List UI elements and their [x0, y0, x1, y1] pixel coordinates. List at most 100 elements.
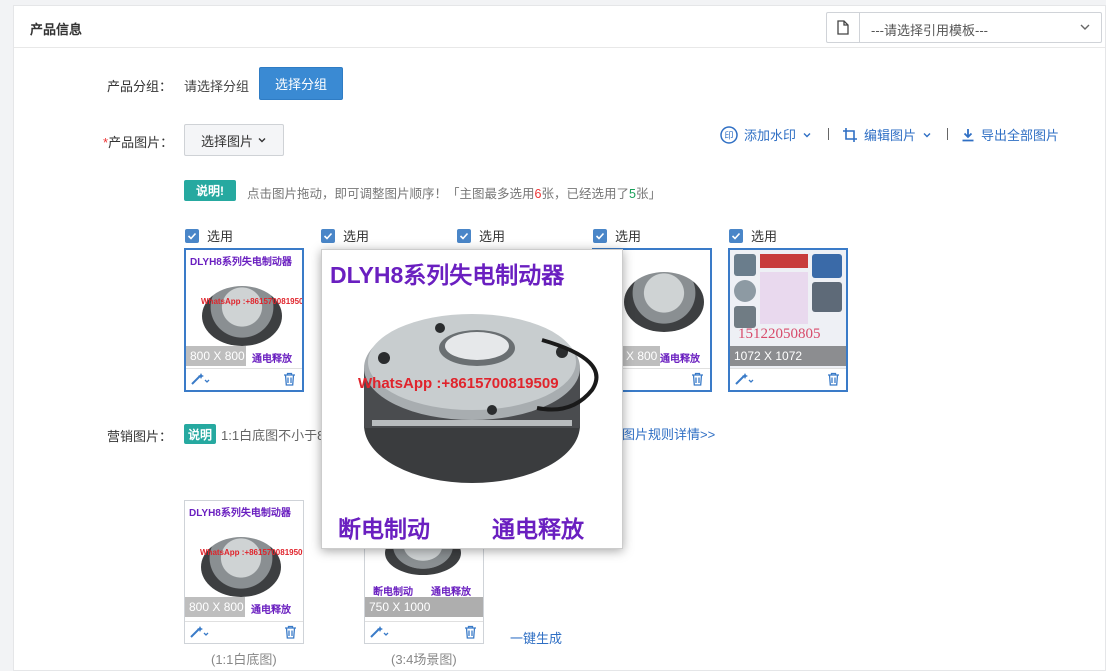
image-dimension: 1072 X 1072 [730, 346, 846, 366]
crop-icon [843, 127, 857, 142]
image-bottom-text: 通电释放 [660, 354, 700, 365]
edit-image-button[interactable]: 编辑图片 [842, 125, 932, 144]
brake-disc [202, 286, 282, 346]
collage-photo [734, 254, 756, 276]
product-image-1[interactable]: DLYH8系列失电制动器 WhatsApp :+8615700819509 通电… [184, 248, 304, 392]
image-bottom-text: 通电释放 [251, 605, 291, 616]
magic-wand-icon[interactable] [190, 372, 210, 389]
template-select[interactable]: ---请选择引用模板--- [826, 12, 1102, 43]
group-label: 产品分组： [107, 79, 173, 94]
trash-icon[interactable] [284, 625, 297, 642]
group-value: 请选择分组 [184, 79, 250, 94]
checkbox-checked-icon [457, 228, 471, 243]
popup-whatsapp-text: WhatsApp :+8615700819509 [358, 375, 559, 392]
marketing-caption-2: (3:4场景图) [391, 652, 457, 667]
image-bottom-right-text: 通电释放 [431, 587, 471, 598]
checkbox-label: 选用 [479, 229, 506, 244]
marketing-desc: 1:1白底图不小于8 [221, 428, 325, 443]
add-watermark-label: 添加水印 [744, 128, 797, 143]
trash-icon[interactable] [827, 372, 840, 389]
popup-bottom-left-text: 断电制动 [338, 516, 430, 542]
magic-wand-icon[interactable] [734, 372, 754, 389]
whatsapp-text: WhatsApp :+8615700819509 [200, 548, 303, 557]
use-checkbox-1[interactable]: 选用 [185, 226, 233, 245]
export-all-images-button[interactable]: 导出全部图片 [961, 125, 1059, 144]
use-checkbox-3[interactable]: 选用 [457, 226, 505, 245]
checkbox-checked-icon [593, 228, 607, 243]
chevron-down-icon [923, 132, 931, 137]
watermark-icon: 印 [720, 125, 738, 144]
use-checkbox-5[interactable]: 选用 [729, 226, 777, 245]
select-images-label: 选择图片 [200, 133, 253, 149]
chevron-down-icon [258, 138, 266, 143]
trash-icon[interactable] [691, 372, 704, 389]
images-label: *产品图片： [103, 135, 174, 150]
marketing-note-badge: 说明 [184, 424, 216, 444]
checkbox-label: 选用 [343, 229, 370, 244]
marketing-caption-1: (1:1白底图) [211, 652, 277, 667]
divider [947, 128, 948, 140]
chevron-down-icon [1079, 21, 1091, 36]
select-images-button[interactable]: 选择图片 [184, 124, 284, 156]
panel-title: 产品信息 [30, 22, 83, 37]
template-select-value: ---请选择引用模板--- [871, 23, 988, 38]
image-bottom-left-text: 断电制动 [373, 587, 413, 598]
one-click-generate-link[interactable]: 一键生成 [510, 628, 562, 647]
thumb-footer [185, 621, 303, 643]
magic-wand-icon[interactable] [369, 625, 389, 642]
popup-bottom-right-text: 通电释放 [492, 516, 584, 542]
whatsapp-text: WhatsApp :+8615700819509 [201, 297, 302, 306]
images-note: 点击图片拖动，即可调整图片顺序！「主图最多选用6张，已经选用了5张」 [247, 187, 661, 201]
use-checkbox-2[interactable]: 选用 [321, 226, 369, 245]
thumb-footer [186, 368, 302, 390]
divider [828, 128, 829, 140]
collage-text-block [760, 272, 808, 324]
thumb-footer [730, 368, 846, 390]
collage-banner [760, 254, 808, 268]
brake-disc [624, 272, 704, 332]
magic-wand-icon[interactable] [189, 625, 209, 642]
checkbox-checked-icon [185, 228, 199, 243]
product-image: DLYH8系列失电制动器 WhatsApp :+8615700819509 通电… [186, 250, 302, 368]
marketing-label: 营销图片： [107, 429, 173, 444]
export-all-images-label: 导出全部图片 [981, 128, 1060, 143]
product-image-5[interactable]: 15122050805 1072 X 1072 [728, 248, 848, 392]
image-preview-popup: DLYH8系列失电制动器 WhatsApp :+8615700819509 断电… [321, 249, 623, 549]
checkbox-label: 选用 [751, 229, 778, 244]
panel-header: 产品信息 ---请选择引用模板--- [14, 6, 1105, 48]
select-group-button[interactable]: 选择分组 [259, 67, 343, 100]
image-bottom-text: 通电释放 [252, 354, 292, 365]
phone-text: 15122050805 [738, 326, 821, 342]
image-dimension: 750 X 1000 [365, 597, 483, 617]
marketing-image-1[interactable]: DLYH8系列失电制动器 WhatsApp :+8615700819509 通电… [184, 500, 304, 644]
svg-text:印: 印 [724, 129, 733, 141]
checkbox-checked-icon [729, 228, 743, 243]
trash-icon[interactable] [283, 372, 296, 389]
image-title-text: DLYH8系列失电制动器 [189, 508, 291, 519]
checkbox-label: 选用 [207, 229, 234, 244]
image-dimension: X 800 [622, 346, 660, 366]
checkbox-checked-icon [321, 228, 335, 243]
product-image: 15122050805 1072 X 1072 [730, 250, 846, 368]
trash-icon[interactable] [464, 625, 477, 642]
edit-image-label: 编辑图片 [864, 128, 917, 143]
collage-photo [812, 282, 842, 312]
download-icon [962, 128, 974, 141]
note-badge: 说明! [184, 180, 236, 201]
chevron-down-icon [803, 132, 811, 137]
use-checkbox-4[interactable]: 选用 [593, 226, 641, 245]
document-icon [827, 13, 860, 42]
add-watermark-button[interactable]: 印 添加水印 [720, 125, 812, 144]
image-dimension: 800 X 800 [185, 597, 245, 617]
brake-product-image [364, 314, 599, 483]
brake-disc [201, 537, 281, 597]
thumb-footer [365, 621, 483, 643]
checkbox-label: 选用 [615, 229, 642, 244]
collage-photo [734, 306, 756, 328]
image-title-text: DLYH8系列失电制动器 [190, 257, 292, 268]
image-rules-link[interactable]: 图片规则详情>> [622, 424, 715, 443]
image-dimension: 800 X 800 [186, 346, 246, 366]
marketing-image: DLYH8系列失电制动器 WhatsApp :+8615700819509 通电… [185, 501, 303, 619]
collage-photo [734, 280, 756, 302]
collage-photo [812, 254, 842, 278]
